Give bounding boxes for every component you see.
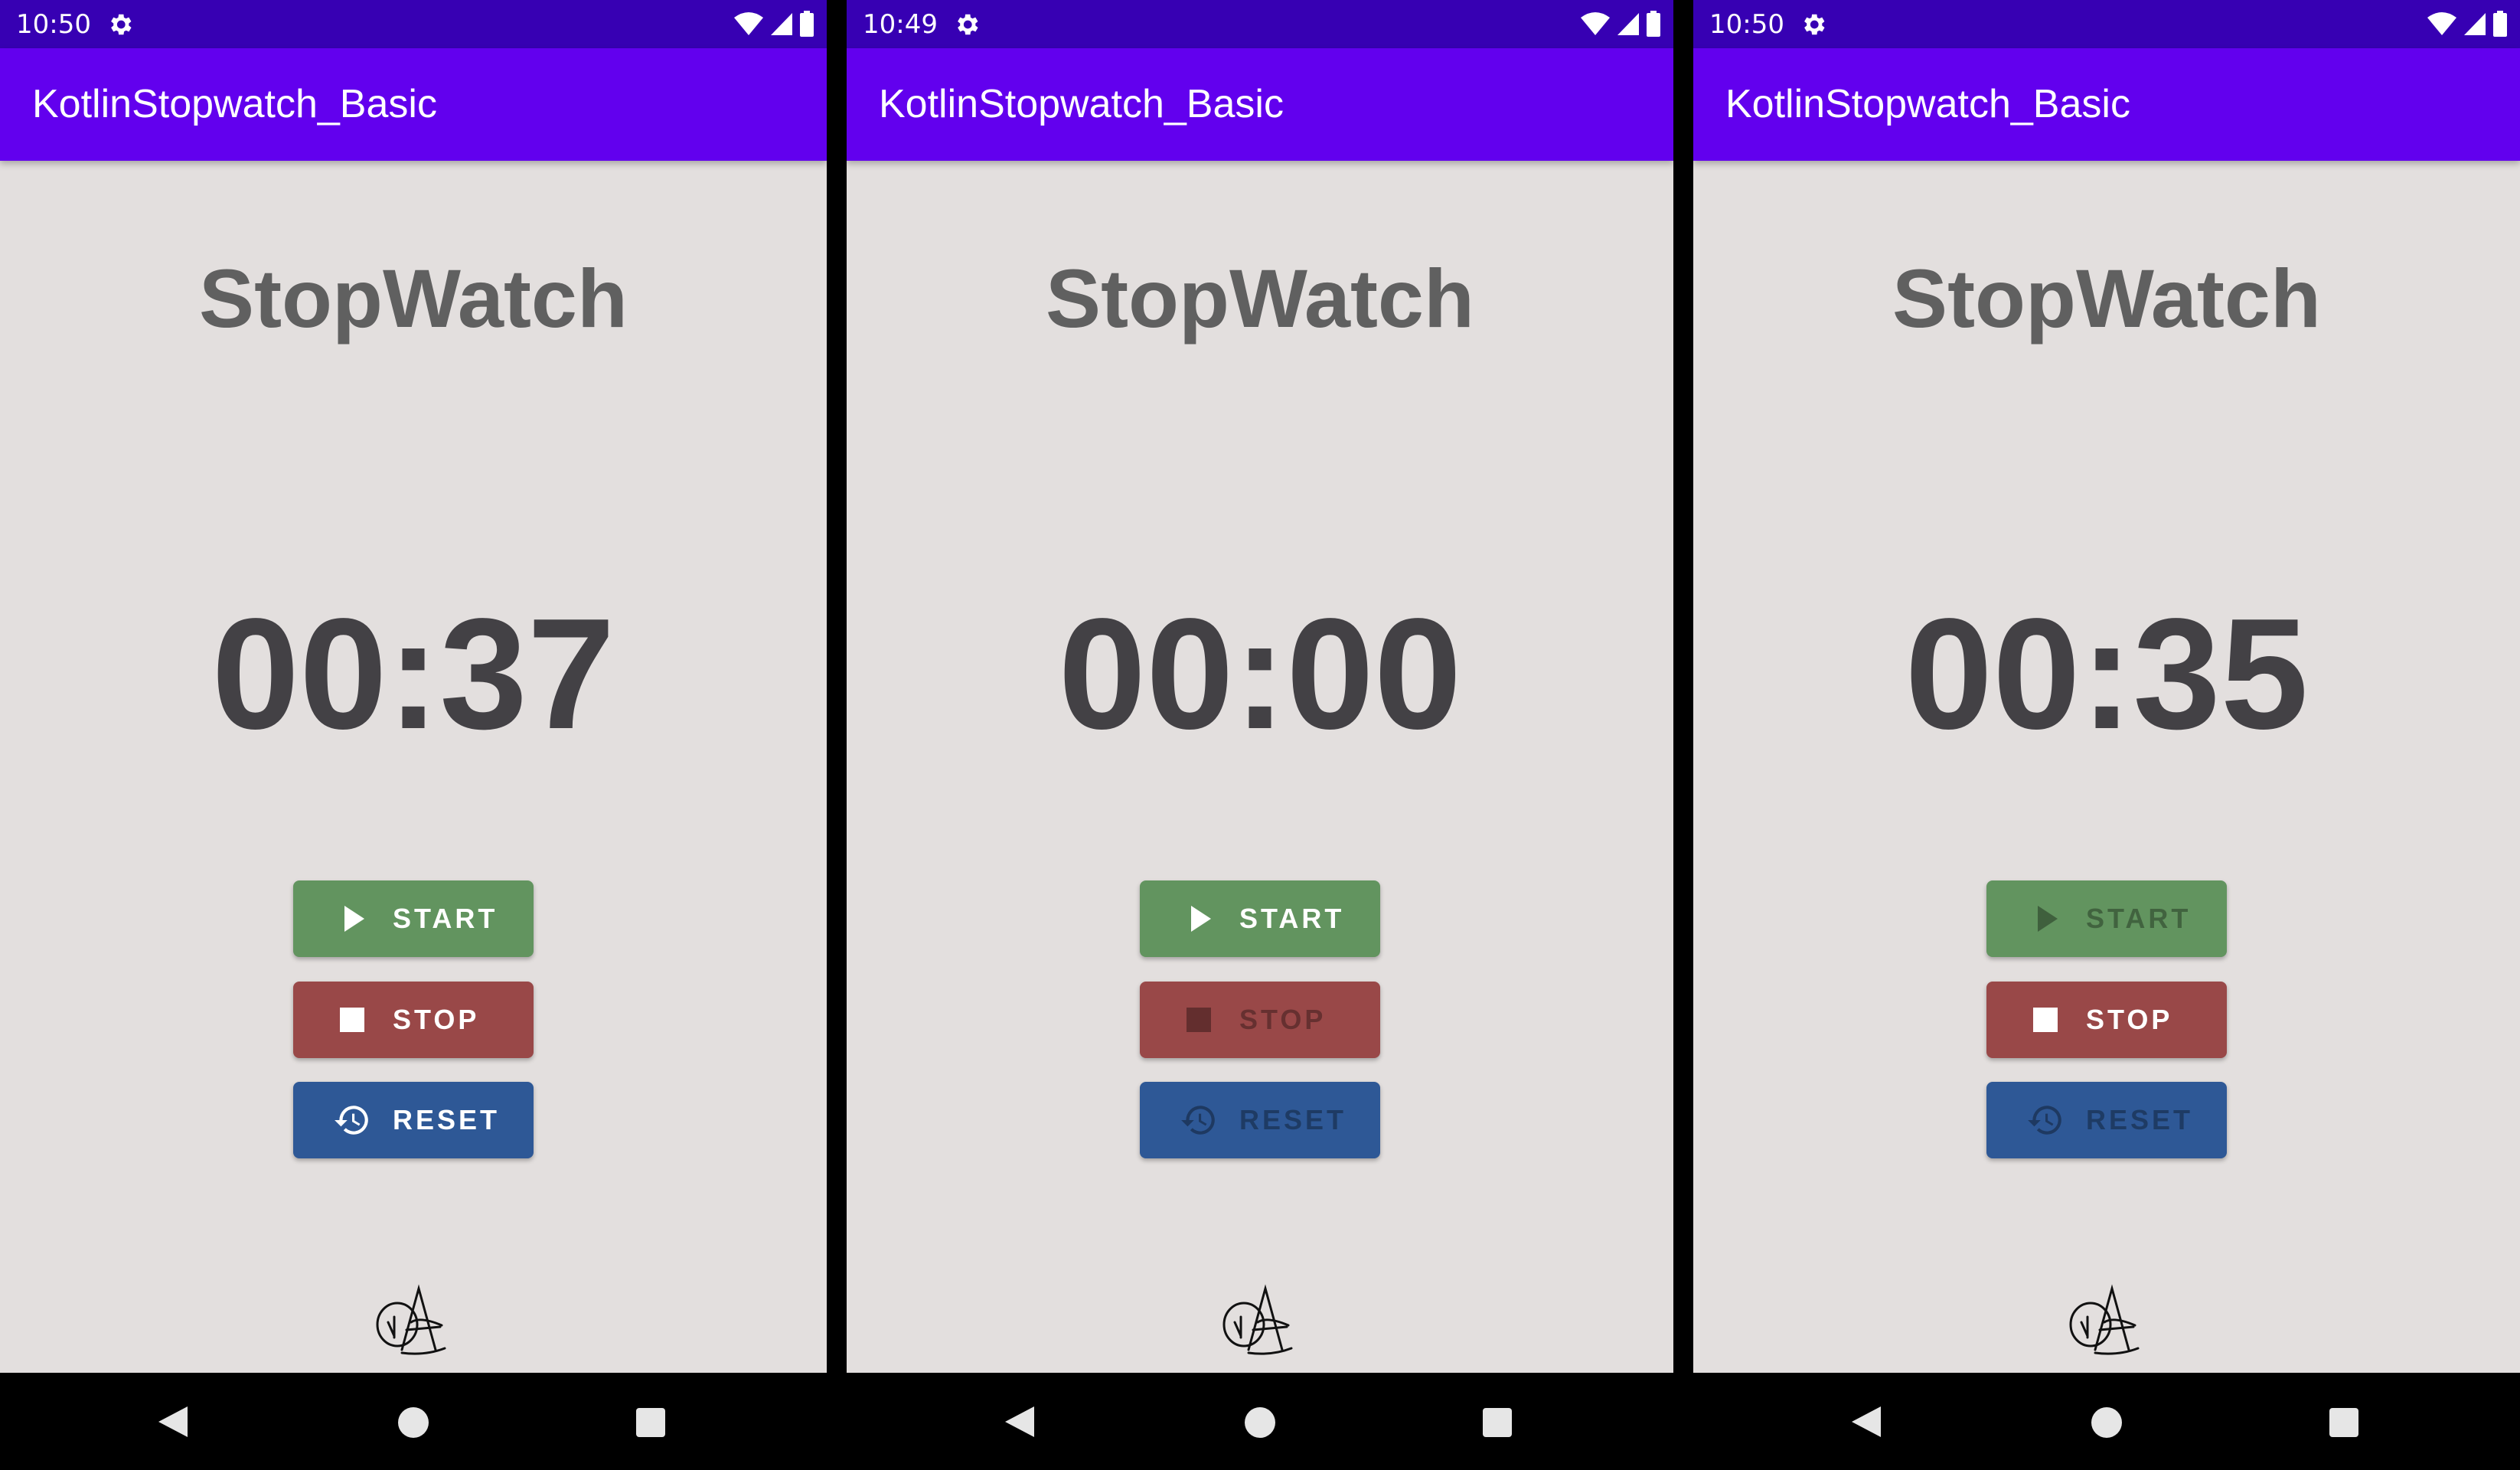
signature-logo: [2069, 1284, 2140, 1355]
reset-button-label: RESET: [2086, 1104, 2194, 1135]
play-icon: [344, 906, 364, 932]
phone-screen-1: 10:50 KotlinStopwatch_Basic StopWatch 00…: [0, 0, 827, 1470]
nav-recents-icon[interactable]: [1482, 1407, 1513, 1438]
navigation-bar: [847, 1373, 1673, 1470]
status-time: 10:50: [16, 9, 91, 40]
history-icon: [2028, 1106, 2061, 1135]
reset-button[interactable]: RESET: [293, 1082, 534, 1158]
reset-button[interactable]: RESET: [1140, 1082, 1380, 1158]
stop-square-icon: [2033, 1008, 2058, 1032]
stop-button[interactable]: STOP: [1140, 982, 1380, 1058]
app-title: KotlinStopwatch_Basic: [32, 82, 437, 126]
cell-signal-icon: [2464, 13, 2486, 35]
play-icon: [1191, 906, 1211, 932]
start-button-label: START: [393, 903, 498, 934]
status-bar: 10:50: [1693, 0, 2520, 48]
app-title: KotlinStopwatch_Basic: [879, 82, 1284, 126]
stop-button-label: STOP: [1239, 1004, 1327, 1035]
status-bar: 10:50: [0, 0, 827, 48]
reset-button-label: RESET: [1239, 1104, 1347, 1135]
stop-square-icon: [340, 1008, 364, 1032]
stop-button[interactable]: STOP: [1986, 982, 2227, 1058]
cell-signal-icon: [771, 13, 792, 35]
nav-recents-icon[interactable]: [635, 1407, 666, 1438]
stop-button[interactable]: STOP: [293, 982, 534, 1058]
app-title: KotlinStopwatch_Basic: [1725, 82, 2130, 126]
status-time: 10:50: [1709, 9, 1784, 40]
stop-square-icon: [1187, 1008, 1211, 1032]
start-button-label: START: [2086, 903, 2192, 934]
signature-logo: [376, 1284, 446, 1355]
gear-icon: [111, 14, 132, 35]
navigation-bar: [1693, 1373, 2520, 1470]
status-icons: [1580, 8, 1661, 39]
nav-back-icon[interactable]: [1850, 1405, 1882, 1439]
app-bar: KotlinStopwatch_Basic: [847, 48, 1673, 161]
nav-recents-icon[interactable]: [2329, 1407, 2359, 1438]
reset-button[interactable]: RESET: [1986, 1082, 2227, 1158]
battery-icon: [800, 11, 814, 37]
timer-display: 00:00: [1058, 586, 1462, 762]
history-icon: [335, 1106, 368, 1135]
stopwatch-heading: StopWatch: [1892, 252, 2321, 345]
history-icon: [1181, 1106, 1215, 1135]
nav-home-icon[interactable]: [2091, 1406, 2123, 1439]
status-bar: 10:49: [847, 0, 1673, 48]
stop-button-label: STOP: [2086, 1004, 2173, 1035]
nav-home-icon[interactable]: [1244, 1406, 1276, 1439]
status-time: 10:49: [863, 9, 938, 40]
timer-display: 00:35: [1905, 586, 2309, 762]
battery-icon: [2493, 11, 2507, 37]
wifi-icon: [1581, 12, 1610, 35]
stopwatch-heading: StopWatch: [199, 252, 628, 345]
nav-back-icon[interactable]: [1004, 1405, 1036, 1439]
nav-home-icon[interactable]: [397, 1406, 429, 1439]
start-button[interactable]: START: [293, 880, 534, 957]
start-button[interactable]: START: [1986, 880, 2227, 957]
stopwatch-heading: StopWatch: [1046, 252, 1474, 345]
gear-icon: [958, 14, 978, 35]
timer-display: 00:37: [211, 586, 615, 762]
start-button[interactable]: START: [1140, 880, 1380, 957]
status-icons: [2427, 8, 2508, 39]
cell-signal-icon: [1617, 13, 1639, 35]
phone-screen-2: 10:49 KotlinStopwatch_Basic StopWatch 00…: [847, 0, 1673, 1470]
wifi-icon: [734, 12, 763, 35]
play-icon: [2038, 906, 2058, 932]
start-button-label: START: [1239, 903, 1345, 934]
status-icons: [733, 8, 814, 39]
app-bar: KotlinStopwatch_Basic: [1693, 48, 2520, 161]
phone-screen-3: 10:50 KotlinStopwatch_Basic StopWatch 00…: [1693, 0, 2520, 1470]
wifi-icon: [2427, 12, 2456, 35]
nav-back-icon[interactable]: [157, 1405, 189, 1439]
stop-button-label: STOP: [393, 1004, 480, 1035]
reset-button-label: RESET: [393, 1104, 501, 1135]
signature-logo: [1222, 1284, 1293, 1355]
battery-icon: [1647, 11, 1660, 37]
navigation-bar: [0, 1373, 827, 1470]
gear-icon: [1804, 14, 1825, 35]
app-bar: KotlinStopwatch_Basic: [0, 48, 827, 161]
